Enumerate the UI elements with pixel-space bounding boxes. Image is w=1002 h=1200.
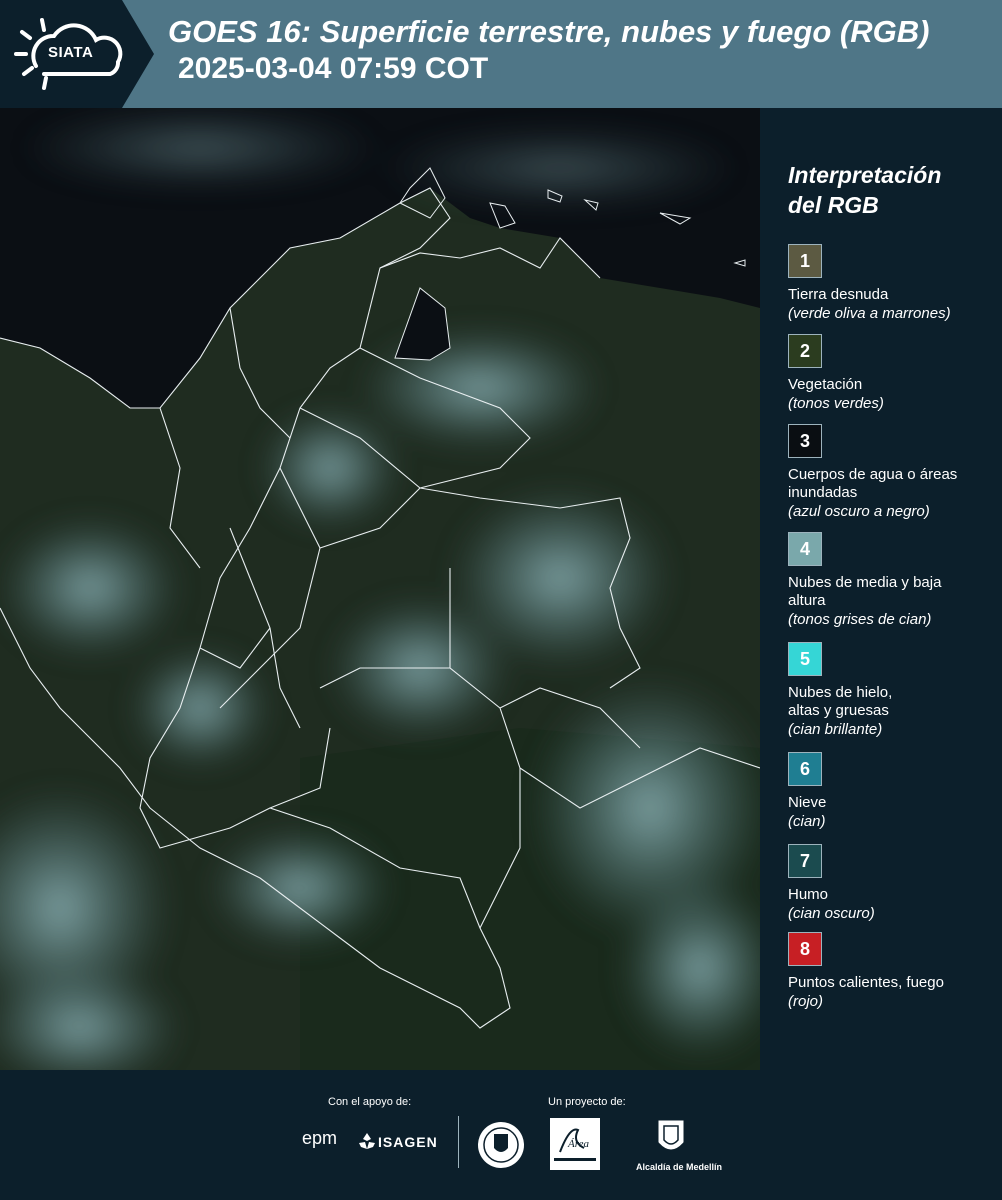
- alcaldia-logo: Alcaldía de Medellín: [636, 1118, 723, 1178]
- antioquia-seal-icon: [478, 1122, 524, 1168]
- medellin-shield-icon: [658, 1120, 684, 1150]
- legend-title-line1: Interpretación: [788, 162, 942, 188]
- legend-swatch: 2: [788, 334, 822, 368]
- legend-swatch: 8: [788, 932, 822, 966]
- legend-desc: (tonos grises de cian): [788, 611, 932, 628]
- legend-swatch: 1: [788, 244, 822, 278]
- isagen-logo: ISAGEN: [378, 1134, 438, 1150]
- legend-label: Vegetación: [788, 376, 863, 393]
- legend-title-line2: del RGB: [788, 192, 879, 218]
- legend-label: Tierra desnuda: [788, 286, 889, 303]
- isagen-icon: [359, 1133, 375, 1149]
- legend-item: 4 Nubes de media y baja altura (tonos gr…: [788, 532, 998, 629]
- legend-desc: (cian): [788, 813, 826, 830]
- alcaldia-label: Alcaldía de Medellín: [636, 1162, 723, 1172]
- legend-desc: (verde oliva a marrones): [788, 305, 951, 322]
- legend-title: Interpretación del RGB: [788, 160, 988, 220]
- legend-item: 3 Cuerpos de agua o áreas inundadas (azu…: [788, 424, 998, 521]
- map-canvas: [0, 108, 760, 1070]
- area-metropolitana-logo: Área: [550, 1118, 600, 1170]
- satellite-map: [0, 108, 760, 1070]
- legend-swatch: 7: [788, 844, 822, 878]
- legend-desc: (cian brillante): [788, 721, 883, 738]
- page-title: GOES 16: Superficie terrestre, nubes y f…: [168, 14, 930, 49]
- legend-label: Puntos calientes, fuego: [788, 974, 944, 991]
- legend-label: Humo: [788, 886, 829, 903]
- legend-desc: (cian oscuro): [788, 905, 875, 922]
- metro-logo-text: Área: [568, 1138, 589, 1150]
- legend-item: 6 Nieve (cian): [788, 752, 998, 831]
- footer: Con el apoyo de: Un proyecto de: epm ISA…: [0, 1070, 1002, 1200]
- legend-item: 8 Puntos calientes, fuego (rojo): [788, 932, 998, 1011]
- legend-panel: Interpretación del RGB 1 Tierra desnuda …: [760, 108, 1002, 1070]
- header-bar: SIATA GOES 16: Superficie terrestre, nub…: [0, 0, 1002, 108]
- legend-desc: (rojo): [788, 993, 824, 1010]
- legend-swatch: 4: [788, 532, 822, 566]
- legend-item: 7 Humo (cian oscuro): [788, 844, 998, 923]
- support-label: Con el apoyo de:: [328, 1096, 412, 1108]
- legend-label: Nubes de hielo, altas y gruesas: [788, 684, 893, 719]
- legend-desc: (tonos verdes): [788, 395, 884, 412]
- footer-divider: [458, 1116, 459, 1168]
- legend-item: 1 Tierra desnuda (verde oliva a marrones…: [788, 244, 998, 323]
- project-label: Un proyecto de:: [548, 1096, 626, 1108]
- legend-item: 5 Nubes de hielo, altas y gruesas (cian …: [788, 642, 998, 739]
- legend-swatch: 6: [788, 752, 822, 786]
- legend-swatch: 5: [788, 642, 822, 676]
- legend-label: Nubes de media y baja altura: [788, 574, 942, 609]
- siata-logo-text: SIATA: [48, 44, 94, 61]
- epm-logo: epm: [302, 1128, 338, 1148]
- timestamp: 2025-03-04 07:59 COT: [178, 52, 489, 85]
- legend-label: Nieve: [788, 794, 827, 811]
- legend-desc: (azul oscuro a negro): [788, 503, 930, 520]
- legend-label: Cuerpos de agua o áreas inundadas: [788, 466, 958, 501]
- legend-item: 2 Vegetación (tonos verdes): [788, 334, 998, 413]
- legend-swatch: 3: [788, 424, 822, 458]
